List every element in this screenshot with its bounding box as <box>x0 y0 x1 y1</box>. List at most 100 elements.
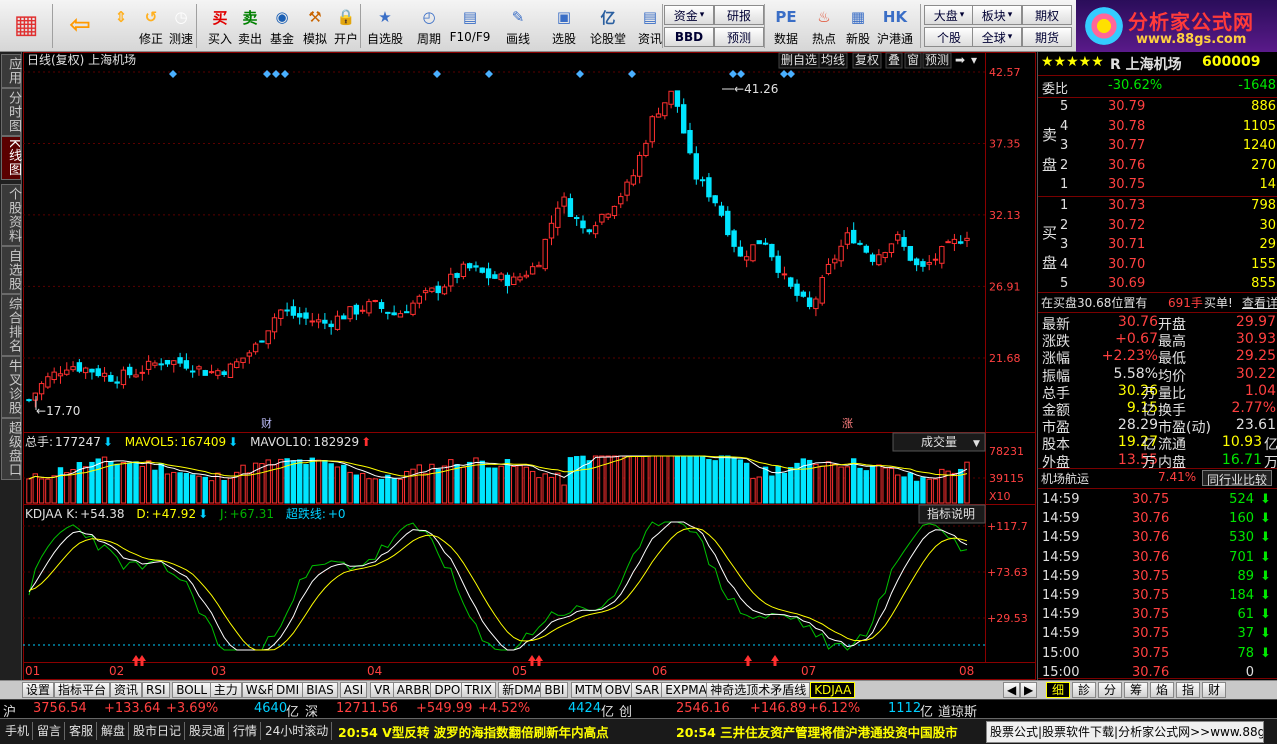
indicator-tab-5[interactable]: 主力 <box>209 682 242 698</box>
buy-level-row[interactable]: 2 30.72 30 <box>1038 218 1277 236</box>
left-tab-5[interactable]: 综合排名 <box>1 294 21 356</box>
cy-index[interactable]: 2546.16 <box>676 701 730 716</box>
event-label-finance[interactable]: 财 <box>261 416 272 430</box>
left-tab-0[interactable]: 应用 <box>1 54 21 88</box>
sector-compare-button[interactable]: 同行业比较 <box>1202 470 1273 487</box>
market-button[interactable]: 大盘 <box>924 5 974 25</box>
toolbar-button-10[interactable]: ★ 自选股 <box>367 2 403 50</box>
indicator-tab-9[interactable]: ASI <box>339 682 368 698</box>
chevron-down-icon[interactable]: ▼ <box>973 439 980 449</box>
indicator-tab-4[interactable]: BOLL <box>172 682 212 698</box>
indicator-tab-0[interactable]: 设置 <box>22 682 55 698</box>
toolbar-button-7[interactable]: ◉ 基金 <box>264 2 300 50</box>
kline-chart-svg[interactable]: 日线(复权) 上海机场 删自选 均线 复权叠窗预测 ➡ ▾ 42.57 37.35 32.1… <box>23 52 1036 680</box>
toolbar-button-14[interactable]: ▣ 选股 <box>546 2 582 50</box>
quote-tab-2[interactable]: 分 <box>1098 682 1122 698</box>
sell-level-row[interactable]: 5 30.79 886 <box>1038 99 1277 117</box>
status-item-7[interactable]: 24小时滚动 <box>262 722 333 740</box>
indicator-tab-3[interactable]: RSI <box>142 682 170 698</box>
scroll-left-icon[interactable]: ◀ <box>1003 682 1021 698</box>
options-button[interactable]: 期权 <box>1022 5 1072 25</box>
toolbar-button-17[interactable]: PE 数据 <box>768 2 804 50</box>
indicator-tab-7[interactable]: DMI <box>272 682 304 698</box>
candle-body <box>813 298 819 310</box>
left-tab-4[interactable]: 自选股 <box>1 246 21 294</box>
toolbar-button-9[interactable]: 🔒 开户 <box>328 2 364 50</box>
left-tab-2[interactable]: K线图 <box>1 136 21 180</box>
sector-button[interactable]: 板块 <box>972 5 1022 25</box>
volume-bar <box>38 478 45 504</box>
indicator-tab-11[interactable]: ARBR <box>392 682 434 698</box>
indicator-tab-12[interactable]: DPO <box>430 682 465 698</box>
global-button[interactable]: 全球 <box>972 27 1022 47</box>
status-item-0[interactable]: 手机 <box>2 722 34 740</box>
toolbar-icon-button-1[interactable]: ⇦ <box>58 2 102 50</box>
indicator-tab-18[interactable]: SAR <box>631 682 664 698</box>
toolbar-button-12[interactable]: ▤ F10/F9 <box>450 2 491 50</box>
indicator-tab-14[interactable]: 新DMA <box>498 682 546 698</box>
indicator-tab-17[interactable]: OBV <box>600 682 635 698</box>
quote-tab-4[interactable]: 焰 <box>1150 682 1174 698</box>
kline-chart-area[interactable]: 日线(复权) 上海机场 删自选 均线 复权叠窗预测 ➡ ▾ 42.57 37.35 32.1… <box>23 52 1036 680</box>
ad-banner[interactable]: 股票公式|股票软件下载|分析家公式网>>www.88gs.com<< <box>986 721 1264 743</box>
toolbar-button-13[interactable]: ✎ 画线 <box>500 2 536 50</box>
status-item-2[interactable]: 客服 <box>66 722 98 740</box>
indicator-tab-13[interactable]: TRIX <box>460 682 497 698</box>
toolbar-button-15[interactable]: 亿论股堂 <box>590 2 626 50</box>
quote-tab-5[interactable]: 指 <box>1176 682 1200 698</box>
sector-name[interactable]: 机场航运 <box>1041 470 1089 487</box>
volume-bar <box>611 455 618 504</box>
indicator-tab-20[interactable]: 神奇选顶术矛盾线 <box>706 682 811 698</box>
status-item-1[interactable]: 留言 <box>34 722 66 740</box>
quote-tab-3[interactable]: 筹 <box>1124 682 1148 698</box>
status-item-6[interactable]: 行情 <box>230 722 262 740</box>
toolbar-button-18[interactable]: ♨ 热点 <box>806 2 842 50</box>
indicator-tab-19[interactable]: EXPMA <box>661 682 711 698</box>
indicator-tab-1[interactable]: 指标平台 <box>54 682 111 698</box>
status-item-4[interactable]: 股市日记 <box>130 722 186 740</box>
indicator-tab-10[interactable]: VR <box>370 682 395 698</box>
sell-level-row[interactable]: 1 30.75 14 <box>1038 177 1277 195</box>
forecast-button[interactable]: 预测 <box>714 27 764 47</box>
sh-index[interactable]: 3756.54 <box>33 701 87 716</box>
left-tab-6[interactable]: 牛叉诊股 <box>1 356 21 418</box>
news-headline-1[interactable]: 20:54 V型反转 波罗的海指数翻倍刷新年内高点 <box>338 722 609 741</box>
candle-body <box>26 399 32 402</box>
single-stock-button[interactable]: 个股 <box>924 27 974 47</box>
buy-level-row[interactable]: 4 30.70 155 <box>1038 257 1277 275</box>
toolbar-button-19[interactable]: ▦ 新股 <box>840 2 876 50</box>
sell-level-row[interactable]: 3 30.77 1240 <box>1038 138 1277 156</box>
toolbar-button-20[interactable]: HK 沪港通 <box>877 2 913 50</box>
quote-tab-6[interactable]: 财 <box>1202 682 1226 698</box>
left-tab-3[interactable]: 个股资料 <box>1 184 21 246</box>
scroll-right-icon[interactable]: ▶ <box>1020 682 1038 698</box>
indicator-tab-21[interactable]: KDJAA <box>810 682 856 698</box>
toolbar-icon-button-0[interactable]: ▦ <box>4 2 48 50</box>
indicator-tab-15[interactable]: BBI <box>540 682 569 698</box>
toolbar-button-4[interactable]: ◷ 测速 <box>163 2 199 50</box>
sell-level-row[interactable]: 2 30.76 270 <box>1038 158 1277 176</box>
research-button[interactable]: 研报 <box>714 5 764 25</box>
quote-tab-1[interactable]: 診 <box>1072 682 1096 698</box>
notice-detail-link[interactable]: 查看详细 <box>1242 294 1277 311</box>
left-tab-1[interactable]: 分时图 <box>1 88 21 136</box>
status-item-3[interactable]: 解盘 <box>98 722 130 740</box>
left-tab-7[interactable]: 超级盘口 <box>1 418 21 480</box>
status-item-5[interactable]: 股灵通 <box>186 722 230 740</box>
toolbar-button-6[interactable]: 卖卖出 <box>232 2 268 50</box>
indicator-tab-2[interactable]: 资讯 <box>110 682 143 698</box>
indicator-tab-8[interactable]: BIAS <box>302 682 338 698</box>
tick-time: 14:59 <box>1042 607 1080 623</box>
futures-button[interactable]: 期货 <box>1022 27 1072 47</box>
quote-tab-0[interactable]: 细 <box>1046 682 1070 698</box>
sell-level-row[interactable]: 4 30.78 1105 <box>1038 119 1277 137</box>
candle-body <box>529 266 536 275</box>
event-label-limit[interactable]: 涨 <box>842 417 853 430</box>
news-headline-2[interactable]: 20:54 三井住友资产管理将借沪港通投资中国股市 <box>676 722 958 741</box>
sz-index[interactable]: 12711.56 <box>336 701 398 716</box>
fund-flow-button[interactable]: 资金 <box>664 5 714 25</box>
buy-level-row[interactable]: 1 30.73 798 <box>1038 198 1277 216</box>
buy-level-row[interactable]: 3 30.71 29 <box>1038 237 1277 255</box>
bbd-button[interactable]: BBD <box>664 27 714 47</box>
toolbar-button-11[interactable]: ◴ 周期 <box>411 2 447 50</box>
